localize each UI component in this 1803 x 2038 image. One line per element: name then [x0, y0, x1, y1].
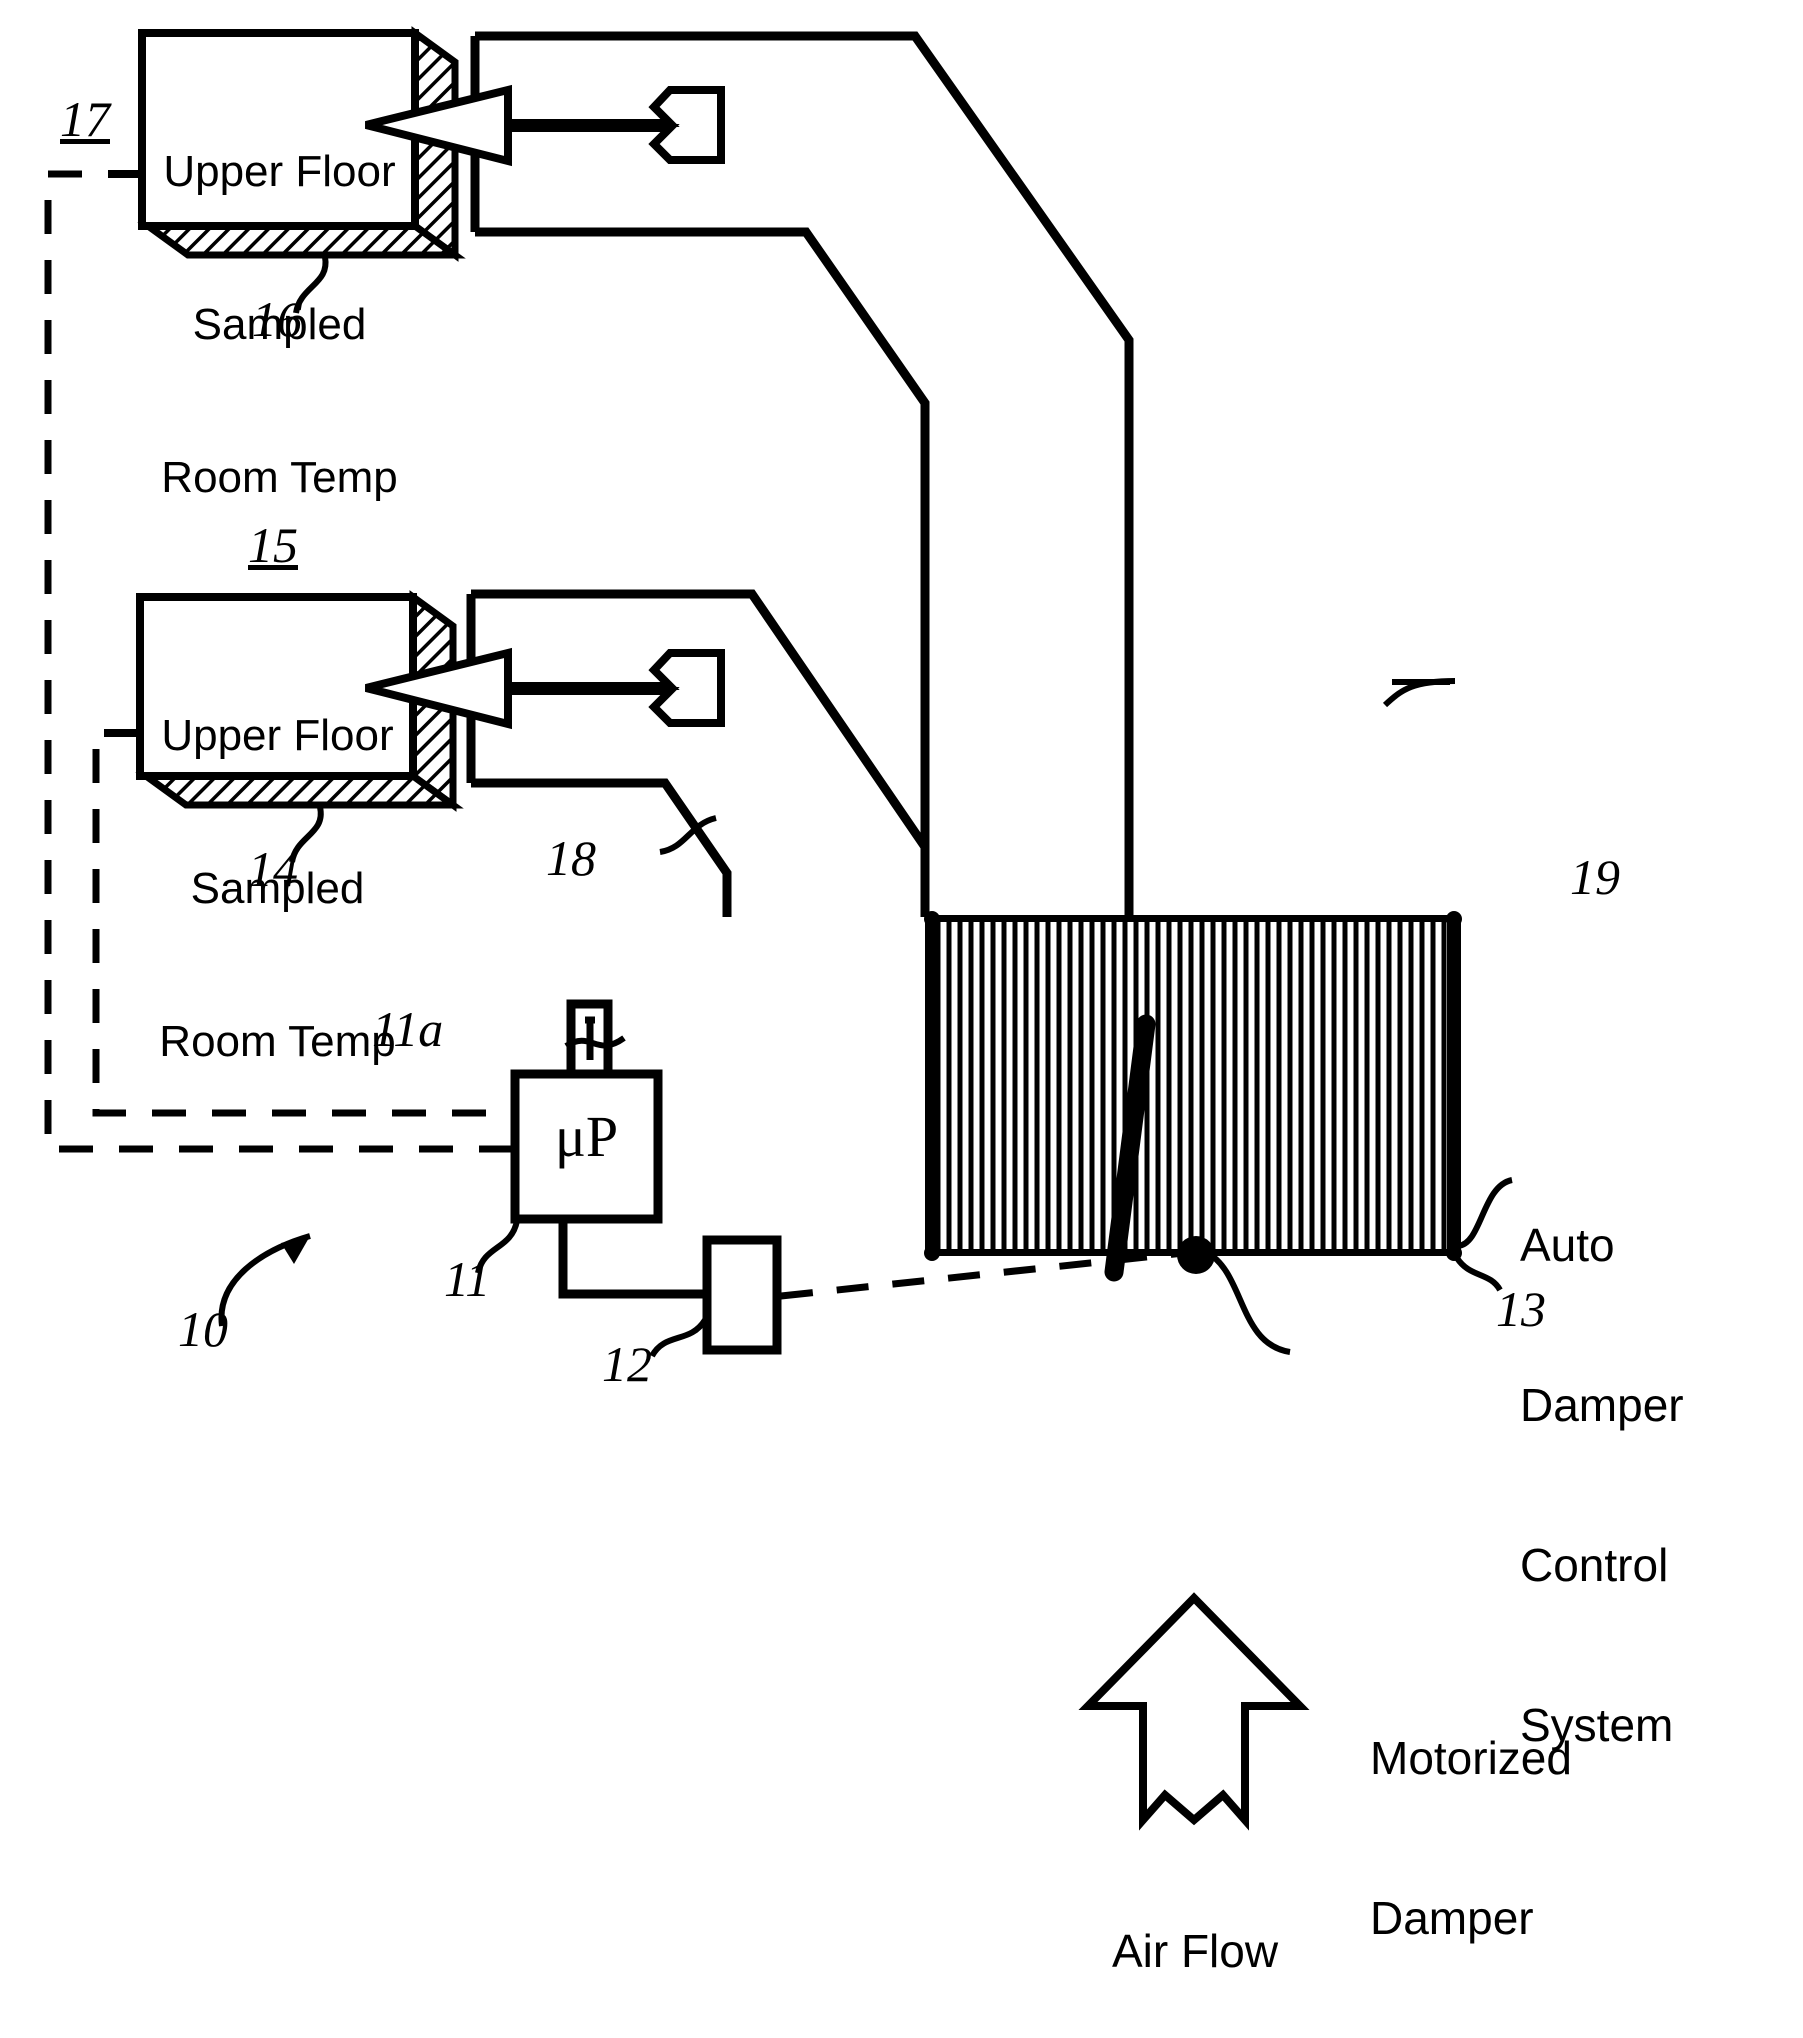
auto-damper-line3: Control — [1520, 1538, 1669, 1591]
patent-figure: Upper Floor Sampled Room Temp Upper Floo… — [0, 0, 1803, 2038]
sensor-box-bottom-line3: Room Temp — [159, 1017, 396, 1067]
auto-damper-line1: Auto — [1520, 1218, 1615, 1271]
leader-10-arrowhead — [281, 1236, 310, 1264]
sensor-box-bottom-line1: Upper Floor — [161, 711, 394, 761]
ref-numeral-14: 14 — [248, 841, 298, 897]
air-flow-label: Air Flow From Furnace Plenum — [1000, 1818, 1390, 2038]
relay-to-damper-link — [780, 1249, 1185, 1300]
motorized-damper-line2: Damper — [1370, 1891, 1534, 1944]
ref-numeral-10: 10 — [178, 1301, 228, 1357]
ref-numeral-11a: 11a — [372, 1001, 444, 1057]
auto-damper-line2: Damper — [1520, 1378, 1684, 1431]
sensor-box-top-line3: Room Temp — [161, 453, 398, 503]
processor-label: μP — [554, 1104, 619, 1169]
ref-numeral-19: 19 — [1570, 849, 1620, 905]
ref-numeral-15: 15 — [248, 517, 298, 573]
damper-grid — [924, 911, 1462, 1282]
air-flow-line1: Air Flow — [1111, 1924, 1279, 1977]
duct-lower-branch — [466, 589, 929, 917]
leader-13 — [1454, 1256, 1503, 1292]
ref-numeral-16: 16 — [252, 291, 302, 347]
leader-motorized-damper — [1204, 1249, 1291, 1355]
sensor-box-top-line1: Upper Floor — [163, 147, 396, 197]
motorized-damper-line1: Motorized — [1370, 1731, 1572, 1784]
ref-numeral-11: 11 — [444, 1251, 491, 1307]
leader-12 — [649, 1318, 708, 1358]
leader-auto-damper — [1457, 1177, 1513, 1249]
relay-box-graphic — [702, 1235, 782, 1355]
airflow-arrow-icon — [1078, 1592, 1310, 1831]
ref-numeral-12: 12 — [602, 1336, 652, 1392]
ref-numeral-13: 13 — [1496, 1281, 1546, 1337]
ref-numeral-17: 17 — [60, 91, 110, 147]
ref-numeral-18: 18 — [546, 830, 596, 886]
motorized-damper-label: Motorized Damper — [1370, 1625, 1710, 2038]
